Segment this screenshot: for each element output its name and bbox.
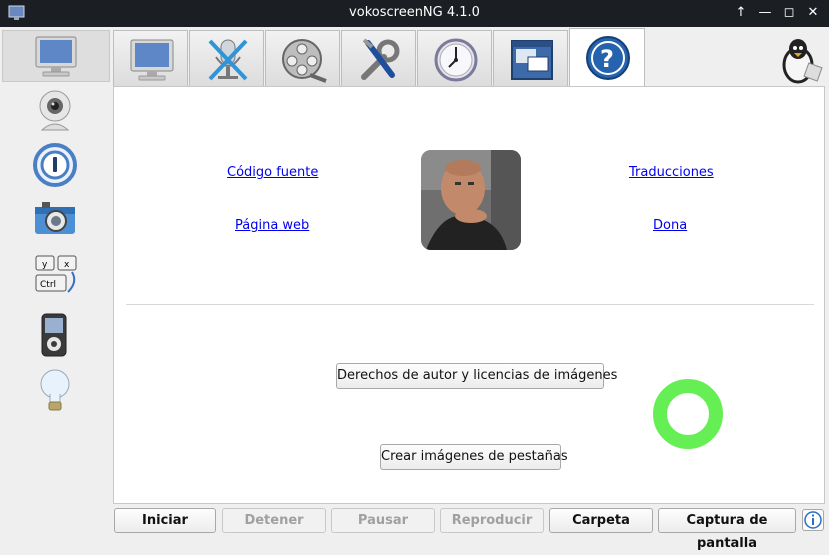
tools-icon	[361, 38, 400, 80]
svg-text:y: y	[42, 260, 48, 270]
keyboard-icon: y x Ctrl	[35, 255, 77, 293]
svg-text:x: x	[64, 260, 70, 270]
source-code-link[interactable]: Código fuente	[227, 165, 318, 180]
folder-button[interactable]: Carpeta	[549, 508, 653, 533]
stop-button[interactable]: Detener	[222, 508, 326, 533]
title-bar: vokoscreenNG 4.1.0 ↑ — ◻ ✕	[0, 0, 829, 27]
webcam-icon	[39, 90, 71, 131]
window-icon	[511, 40, 553, 80]
create-tab-images-button[interactable]: Crear imágenes de pestañas	[380, 444, 568, 470]
play-button[interactable]: Reproducir	[440, 508, 544, 533]
sidebar-item-keyboard[interactable]: y x Ctrl	[2, 246, 110, 298]
window-title: vokoscreenNG 4.1.0	[349, 5, 480, 20]
recording-indicator-ring	[653, 379, 723, 449]
clock-icon	[434, 38, 478, 82]
pause-button[interactable]: Pausar	[331, 508, 435, 533]
close-icon[interactable]: ✕	[803, 3, 823, 23]
sidebar-item-webcam[interactable]	[2, 84, 110, 136]
tab-window[interactable]	[493, 30, 568, 87]
lightbulb-icon	[40, 369, 70, 411]
sidebar-item-camera[interactable]	[2, 192, 110, 244]
magnifier-icon	[33, 143, 77, 187]
restore-icon[interactable]: ◻	[779, 3, 799, 23]
tab-codec[interactable]	[265, 30, 340, 87]
donate-link[interactable]: Dona	[653, 218, 687, 233]
info-icon	[804, 511, 822, 529]
website-link[interactable]: Página web	[235, 218, 309, 233]
info-button[interactable]	[802, 509, 824, 531]
translations-link[interactable]: Traducciones	[629, 165, 714, 180]
minimize-icon[interactable]: —	[755, 3, 775, 23]
sidebar-item-screencast[interactable]	[2, 30, 110, 82]
player-icon	[41, 313, 67, 357]
microphone-muted-icon	[208, 39, 248, 81]
tab-about[interactable]: ?	[569, 28, 645, 88]
maximize-arrow-icon[interactable]: ↑	[731, 3, 751, 23]
screencast-icon	[35, 36, 77, 77]
sidebar-item-magnifier[interactable]	[2, 138, 110, 190]
tab-screencast[interactable]	[113, 30, 188, 87]
sidebar-item-player[interactable]	[2, 308, 110, 360]
author-photo	[421, 150, 521, 250]
help-icon: ?	[586, 36, 630, 80]
tab-bar: ?	[112, 27, 829, 88]
camera-icon	[35, 202, 75, 234]
film-reel-icon	[282, 39, 327, 83]
sidebar-item-lightbulb[interactable]	[2, 362, 110, 414]
tab-audio[interactable]	[189, 30, 264, 87]
linux-tux-icon	[782, 39, 823, 84]
svg-text:Ctrl: Ctrl	[40, 280, 56, 290]
copyright-licenses-button[interactable]: Derechos de autor y licencias de imágene…	[336, 363, 617, 389]
bottom-toolbar: Iniciar Detener Pausar Reproducir Carpet…	[112, 505, 829, 551]
about-panel: Código fuente Traducciones Página web Do…	[113, 86, 825, 504]
start-button[interactable]: Iniciar	[114, 508, 216, 533]
monitor-icon	[130, 39, 174, 81]
svg-text:?: ?	[600, 45, 614, 73]
screenshot-button[interactable]: Captura de pantalla	[658, 508, 796, 551]
sidebar: y x Ctrl	[0, 27, 112, 536]
tab-timer[interactable]	[417, 30, 492, 87]
divider	[126, 304, 814, 305]
tab-settings[interactable]	[341, 30, 416, 87]
